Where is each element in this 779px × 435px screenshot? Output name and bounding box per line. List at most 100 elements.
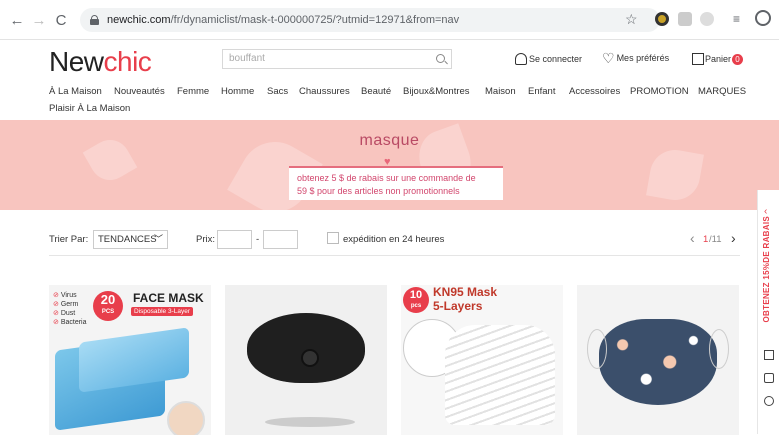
extension-icon[interactable] [655, 12, 669, 26]
shipping-checkbox[interactable] [327, 232, 339, 244]
right-sidebar: ‹ OBTENEZ 15%DE RABAIS [757, 190, 779, 434]
tag: Germ [60, 301, 79, 308]
tag: Virus [60, 292, 77, 299]
menu-item-chaussures[interactable]: Chaussures [299, 86, 350, 97]
menu-item-homme[interactable]: Homme [221, 86, 254, 97]
sort-select[interactable]: TENDANCES ﹀ [93, 230, 168, 249]
product-image [577, 285, 739, 435]
search-input[interactable]: bouffant [222, 49, 452, 69]
cart-count-badge: 0 [732, 53, 744, 65]
promo-banner[interactable]: masque ♥ obtenez 5 $ de rabais sur une c… [0, 120, 779, 210]
promo-line-2: 59 $ pour des articles non promotionnels [297, 186, 460, 196]
tag-list: ⊘ Virus ⊘ Germ ⊘ Dust ⊘ Bacteria [53, 292, 87, 326]
search-placeholder: bouffant [229, 53, 265, 64]
cart-link[interactable]: Panier 0 [692, 53, 744, 65]
pcs-badge: 10 pcs [403, 287, 429, 313]
back-icon[interactable]: ← [6, 9, 28, 31]
filter-bar: Trier Par: TENDANCES ﹀ Prix: - expéditio… [49, 228, 740, 256]
favorites-link[interactable]: ♡ Mes préférés [602, 50, 670, 66]
product-card[interactable] [225, 285, 387, 435]
mask-stack [79, 327, 189, 393]
product-image: 10 pcs KN95 Mask 5-Layers [401, 285, 563, 435]
menu-item-sacs[interactable]: Sacs [267, 86, 288, 97]
product-subtitle: 5-Layers [433, 299, 483, 313]
bookmark-star-icon[interactable]: ☆ [625, 11, 638, 28]
menu-item-accessoires[interactable]: Accessoires [569, 86, 620, 97]
pcs-badge: 20 PCS [93, 291, 123, 321]
product-title: FACE MASK [133, 291, 204, 305]
logo-chic: chic [103, 46, 152, 77]
sort-value: TENDANCES [98, 234, 157, 245]
menu-item-a-la-maison[interactable]: À La Maison [49, 86, 102, 97]
menu-item-bijoux[interactable]: Bijoux&Montres [403, 86, 470, 97]
lock-icon [90, 15, 99, 25]
favorites-label: Mes préférés [616, 53, 670, 63]
url-path: /fr/dynamiclist/mask-t-000000725/?utmid=… [170, 14, 460, 26]
edit-icon[interactable] [764, 350, 774, 360]
pcs-unit: PCS [101, 309, 115, 315]
shipping-label[interactable]: expédition en 24 heures [343, 234, 444, 245]
login-link[interactable]: Se connecter [515, 53, 582, 65]
menu-item-femme[interactable]: Femme [177, 86, 209, 97]
menu-list-icon[interactable]: ≡ [733, 12, 740, 26]
leaf-decoration [646, 146, 704, 204]
price-label: Prix: [196, 234, 215, 245]
product-card[interactable]: 10 pcs KN95 Mask 5-Layers [401, 285, 563, 435]
extension-icon[interactable] [678, 12, 692, 26]
user-icon [515, 53, 527, 65]
menu-item-enfant[interactable]: Enfant [528, 86, 555, 97]
banner-title: masque [359, 132, 420, 149]
login-label: Se connecter [529, 54, 583, 64]
product-subtitle: Disposable 3-Layer [131, 307, 194, 316]
extension-icon[interactable] [700, 12, 714, 26]
sort-label: Trier Par: [49, 234, 89, 245]
promo-message: obtenez 5 $ de rabais sur une commande d… [289, 166, 503, 200]
pcs-count: 10 [409, 289, 423, 301]
menu-item-promotion[interactable]: PROMOTION [630, 86, 689, 97]
page-current: 1 [703, 234, 709, 245]
browser-toolbar: ← → C newchic.com/fr/dynamiclist/mask-t-… [0, 0, 779, 40]
menu-item-marques[interactable]: MARQUES [698, 86, 746, 97]
product-card[interactable]: ⊘ Virus ⊘ Germ ⊘ Dust ⊘ Bacteria 20 PCS … [49, 285, 211, 435]
price-min-input[interactable] [217, 230, 252, 249]
support-icon[interactable] [764, 396, 774, 406]
heart-icon: ♥ [384, 156, 391, 168]
ear-loop [709, 329, 729, 369]
tag: Dust [60, 310, 76, 317]
cart-label: Panier [705, 54, 732, 64]
profile-icon[interactable] [755, 10, 771, 26]
price-separator: - [256, 234, 260, 245]
heart-icon: ♡ [602, 50, 615, 66]
logo-new: New [49, 46, 104, 77]
search-icon[interactable] [436, 54, 445, 63]
menu-item-beaute[interactable]: Beauté [361, 86, 391, 97]
pcs-unit: pcs [410, 303, 422, 309]
product-card[interactable] [577, 285, 739, 435]
site-logo[interactable]: Newchic [49, 46, 152, 78]
shadow [265, 417, 355, 427]
ear-loop [587, 329, 607, 369]
price-max-input[interactable] [263, 230, 298, 249]
reload-icon[interactable]: C [50, 9, 72, 31]
prev-page-icon[interactable]: ‹ [690, 230, 695, 246]
next-page-icon[interactable]: › [731, 230, 736, 246]
chevron-down-icon: ﹀ [153, 234, 163, 244]
floral-mask [599, 319, 717, 405]
black-mask [247, 313, 365, 383]
person-photo [167, 401, 205, 435]
menu-item-maison[interactable]: Maison [485, 86, 516, 97]
mask-stack [445, 325, 555, 425]
product-image: ⊘ Virus ⊘ Germ ⊘ Dust ⊘ Bacteria 20 PCS … [49, 285, 211, 435]
url-host: newchic.com [107, 14, 171, 26]
product-image [225, 285, 387, 435]
address-bar[interactable]: newchic.com/fr/dynamiclist/mask-t-000000… [80, 8, 660, 32]
forward-icon[interactable]: → [28, 9, 50, 31]
page-total: /11 [709, 234, 722, 245]
category-menu: À La Maison [49, 86, 102, 97]
mask-valve [301, 349, 319, 367]
menu-item-plaisir[interactable]: Plaisir À La Maison [49, 103, 130, 114]
sidebar-promo[interactable]: OBTENEZ 15%DE RABAIS [762, 216, 771, 322]
menu-item-nouveautes[interactable]: Nouveautés [114, 86, 165, 97]
mobile-icon[interactable] [764, 373, 774, 383]
tag: Bacteria [60, 319, 87, 326]
